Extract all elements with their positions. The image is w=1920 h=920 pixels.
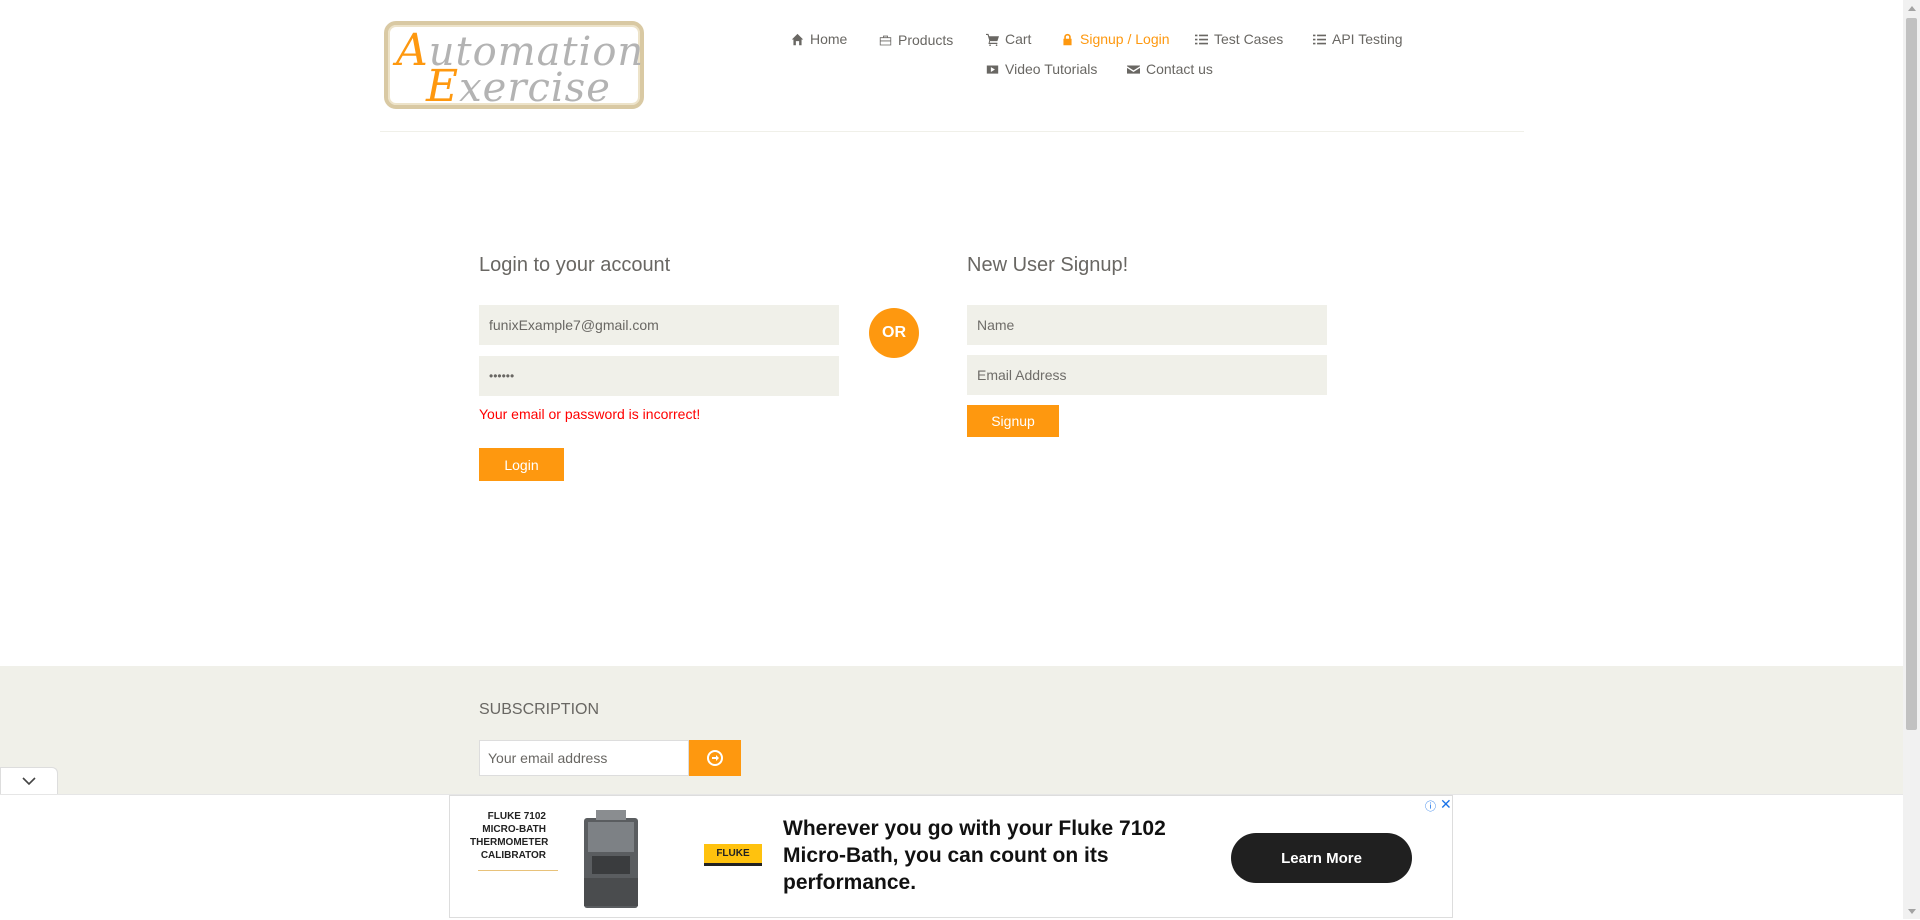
- ad-product-underline: [478, 870, 558, 871]
- ad-brand-logo: FLUKE: [704, 844, 762, 866]
- nav-signup-login[interactable]: Signup / Login: [1061, 31, 1170, 47]
- home-icon: [791, 33, 804, 45]
- subscription-title: SUBSCRIPTION: [479, 701, 600, 718]
- ad-info-icon[interactable]: ⓘ: [1425, 798, 1436, 814]
- scroll-up-arrow[interactable]: [1906, 3, 1917, 13]
- ad-close-icon[interactable]: ✕: [1440, 796, 1452, 813]
- arrow-circle-right-icon: [707, 750, 723, 766]
- nav-api-testing[interactable]: API Testing: [1313, 31, 1403, 47]
- chevron-down-icon: [22, 776, 36, 785]
- youtube-icon: [986, 64, 999, 74]
- scroll-down-arrow[interactable]: [1906, 906, 1917, 916]
- nav-products[interactable]: Products: [879, 32, 953, 48]
- nav-cart[interactable]: Cart: [986, 31, 1031, 47]
- cart-icon: [986, 33, 999, 46]
- calibrator-device-image: [584, 810, 638, 908]
- signup-title: New User Signup!: [967, 254, 1129, 276]
- signup-name-input[interactable]: Name: [967, 305, 1327, 345]
- login-password-input[interactable]: ••••••: [479, 356, 839, 396]
- subscribe-button[interactable]: [689, 740, 741, 776]
- site-logo[interactable]: Automation Exercise: [384, 21, 644, 109]
- login-title: Login to your account: [479, 254, 671, 276]
- subscription-email-input[interactable]: Your email address: [479, 740, 689, 776]
- or-separator: OR: [869, 308, 919, 358]
- nav-home[interactable]: Home: [791, 31, 847, 47]
- login-error-message: Your email or password is incorrect!: [479, 406, 701, 422]
- footer-divider: [368, 665, 1538, 666]
- envelope-icon: [1127, 64, 1140, 74]
- nav-test-cases[interactable]: Test Cases: [1195, 31, 1283, 47]
- signup-email-input[interactable]: Email Address: [967, 355, 1327, 395]
- ad-product-name: FLUKE 7102 MICRO-BATH THERMOMETER CALIBR…: [470, 811, 549, 861]
- header-divider: [380, 131, 1524, 132]
- ad-learn-more-button[interactable]: Learn More: [1231, 833, 1412, 883]
- scrollbar-thumb[interactable]: [1906, 18, 1917, 730]
- ad-banner[interactable]: FLUKE 7102 MICRO-BATH THERMOMETER CALIBR…: [449, 795, 1453, 918]
- ad-headline: Wherever you go with your Fluke 7102 Mic…: [783, 817, 1166, 894]
- ad-collapse-toggle[interactable]: [0, 767, 58, 794]
- triangle-up-icon: [1907, 5, 1916, 11]
- lock-icon: [1063, 33, 1072, 45]
- list-icon: [1313, 34, 1326, 44]
- briefcase-icon: [879, 35, 892, 45]
- list-icon: [1195, 34, 1208, 44]
- signup-button[interactable]: Signup: [967, 405, 1059, 437]
- login-button[interactable]: Login: [479, 448, 564, 481]
- triangle-down-icon: [1907, 908, 1916, 914]
- nav-contact-us[interactable]: Contact us: [1127, 61, 1213, 77]
- nav-video-tutorials[interactable]: Video Tutorials: [986, 61, 1097, 77]
- login-email-input[interactable]: funixExample7@gmail.com: [479, 305, 839, 345]
